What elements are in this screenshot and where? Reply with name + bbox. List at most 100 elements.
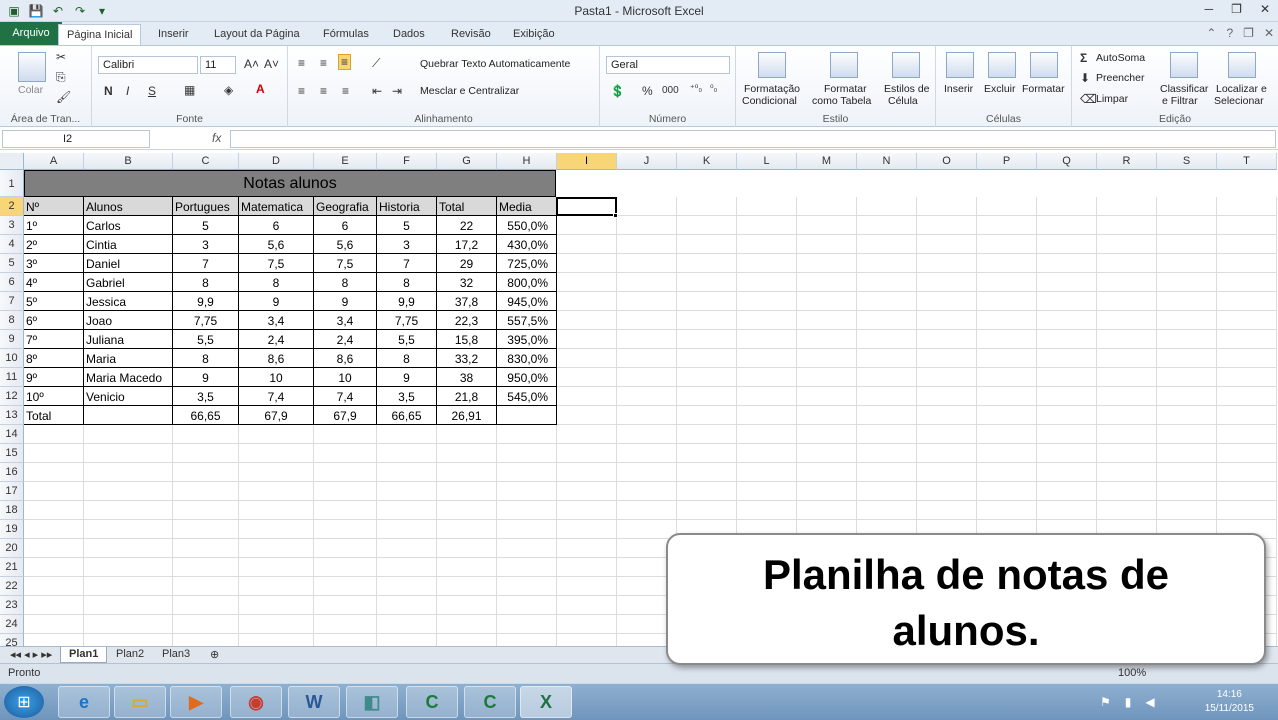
cell-f24[interactable] <box>377 615 437 634</box>
cell-o7[interactable] <box>917 292 977 311</box>
cell-s9[interactable] <box>1157 330 1217 349</box>
cell-g13[interactable]: 26,91 <box>437 406 497 425</box>
zoom-level[interactable]: 100% <box>1118 667 1146 679</box>
row-header-6[interactable]: 6 <box>0 273 24 292</box>
cell-h11[interactable]: 950,0% <box>497 368 557 387</box>
cell-p5[interactable] <box>977 254 1037 273</box>
increase-decimal-icon[interactable]: ⁺⁰₀ <box>690 83 702 94</box>
cell-k16[interactable] <box>677 463 737 482</box>
row-header-14[interactable]: 14 <box>0 425 24 444</box>
cell-styles-icon[interactable] <box>892 52 920 78</box>
cell-g25[interactable] <box>437 634 497 646</box>
cell-b20[interactable] <box>84 539 173 558</box>
cell-o2[interactable] <box>917 197 977 216</box>
cell-d23[interactable] <box>239 596 314 615</box>
cell-s5[interactable] <box>1157 254 1217 273</box>
table-title-cell[interactable]: Notas alunos <box>24 170 556 197</box>
cell-s16[interactable] <box>1157 463 1217 482</box>
cell-a23[interactable] <box>24 596 84 615</box>
cell-s10[interactable] <box>1157 349 1217 368</box>
cell-i17[interactable] <box>557 482 617 501</box>
cell-g18[interactable] <box>437 501 497 520</box>
cell-j14[interactable] <box>617 425 677 444</box>
row-header-8[interactable]: 8 <box>0 311 24 330</box>
fill-color-icon[interactable]: ◈ <box>224 83 233 97</box>
excel-taskbar-icon[interactable]: X <box>520 686 572 718</box>
cell-c9[interactable]: 5,5 <box>173 330 239 349</box>
cell-m10[interactable] <box>797 349 857 368</box>
camtasia-icon-2[interactable]: C <box>464 686 516 718</box>
cell-c10[interactable]: 8 <box>173 349 239 368</box>
wrap-text-button[interactable]: Quebrar Texto Automaticamente <box>420 58 570 70</box>
autosum-icon[interactable]: Σ <box>1080 51 1087 65</box>
cell-c14[interactable] <box>173 425 239 444</box>
cell-o9[interactable] <box>917 330 977 349</box>
cell-g14[interactable] <box>437 425 497 444</box>
cell-d8[interactable]: 3,4 <box>239 311 314 330</box>
cell-l15[interactable] <box>737 444 797 463</box>
cell-o16[interactable] <box>917 463 977 482</box>
cell-m11[interactable] <box>797 368 857 387</box>
cell-l12[interactable] <box>737 387 797 406</box>
name-box[interactable]: I2 <box>2 130 150 148</box>
row-header-24[interactable]: 24 <box>0 615 24 634</box>
increase-indent-icon[interactable]: ⇥ <box>392 84 402 98</box>
cell-r13[interactable] <box>1097 406 1157 425</box>
cell-s11[interactable] <box>1157 368 1217 387</box>
cell-n5[interactable] <box>857 254 917 273</box>
cell-m6[interactable] <box>797 273 857 292</box>
cut-icon[interactable]: ✂ <box>56 50 66 64</box>
fill-handle[interactable] <box>613 213 618 218</box>
cell-o4[interactable] <box>917 235 977 254</box>
cell-b3[interactable]: Carlos <box>84 216 173 235</box>
network-icon[interactable]: ▮ <box>1125 695 1132 709</box>
cell-h6[interactable]: 800,0% <box>497 273 557 292</box>
cell-e18[interactable] <box>314 501 377 520</box>
font-name-select[interactable]: Calibri <box>98 56 198 74</box>
cell-k11[interactable] <box>677 368 737 387</box>
cell-q9[interactable] <box>1037 330 1097 349</box>
cell-q12[interactable] <box>1037 387 1097 406</box>
cell-r7[interactable] <box>1097 292 1157 311</box>
cell-h21[interactable] <box>497 558 557 577</box>
cell-h14[interactable] <box>497 425 557 444</box>
cell-e10[interactable]: 8,6 <box>314 349 377 368</box>
row-header-10[interactable]: 10 <box>0 349 24 368</box>
cell-b6[interactable]: Gabriel <box>84 273 173 292</box>
cell-b13[interactable] <box>84 406 173 425</box>
cell-m14[interactable] <box>797 425 857 444</box>
find-select-label-2[interactable]: Selecionar <box>1214 95 1264 107</box>
cell-f2[interactable]: Historia <box>377 197 437 216</box>
help-icon[interactable]: ? <box>1226 26 1233 40</box>
cell-i13[interactable] <box>557 406 617 425</box>
sort-filter-icon[interactable] <box>1170 52 1198 78</box>
tab-exibicao[interactable]: Exibição <box>505 24 563 45</box>
cell-b4[interactable]: Cintia <box>84 235 173 254</box>
cell-f13[interactable]: 66,65 <box>377 406 437 425</box>
row-header-11[interactable]: 11 <box>0 368 24 387</box>
cell-s14[interactable] <box>1157 425 1217 444</box>
cell-t16[interactable] <box>1217 463 1277 482</box>
cell-i15[interactable] <box>557 444 617 463</box>
borders-icon[interactable]: ▦ <box>184 83 195 97</box>
cell-e5[interactable]: 7,5 <box>314 254 377 273</box>
cell-g21[interactable] <box>437 558 497 577</box>
cell-r2[interactable] <box>1097 197 1157 216</box>
row-header-2[interactable]: 2 <box>0 197 24 216</box>
cell-r5[interactable] <box>1097 254 1157 273</box>
cell-k12[interactable] <box>677 387 737 406</box>
cell-j15[interactable] <box>617 444 677 463</box>
cell-g22[interactable] <box>437 577 497 596</box>
cell-r4[interactable] <box>1097 235 1157 254</box>
tab-arquivo[interactable]: Arquivo <box>0 22 62 45</box>
cell-d6[interactable]: 8 <box>239 273 314 292</box>
cell-a12[interactable]: 10º <box>24 387 84 406</box>
cell-p4[interactable] <box>977 235 1037 254</box>
column-header-r[interactable]: R <box>1097 153 1157 170</box>
cell-b18[interactable] <box>84 501 173 520</box>
cell-f11[interactable]: 9 <box>377 368 437 387</box>
cell-a10[interactable]: 8º <box>24 349 84 368</box>
cell-f15[interactable] <box>377 444 437 463</box>
cell-a16[interactable] <box>24 463 84 482</box>
cell-n12[interactable] <box>857 387 917 406</box>
